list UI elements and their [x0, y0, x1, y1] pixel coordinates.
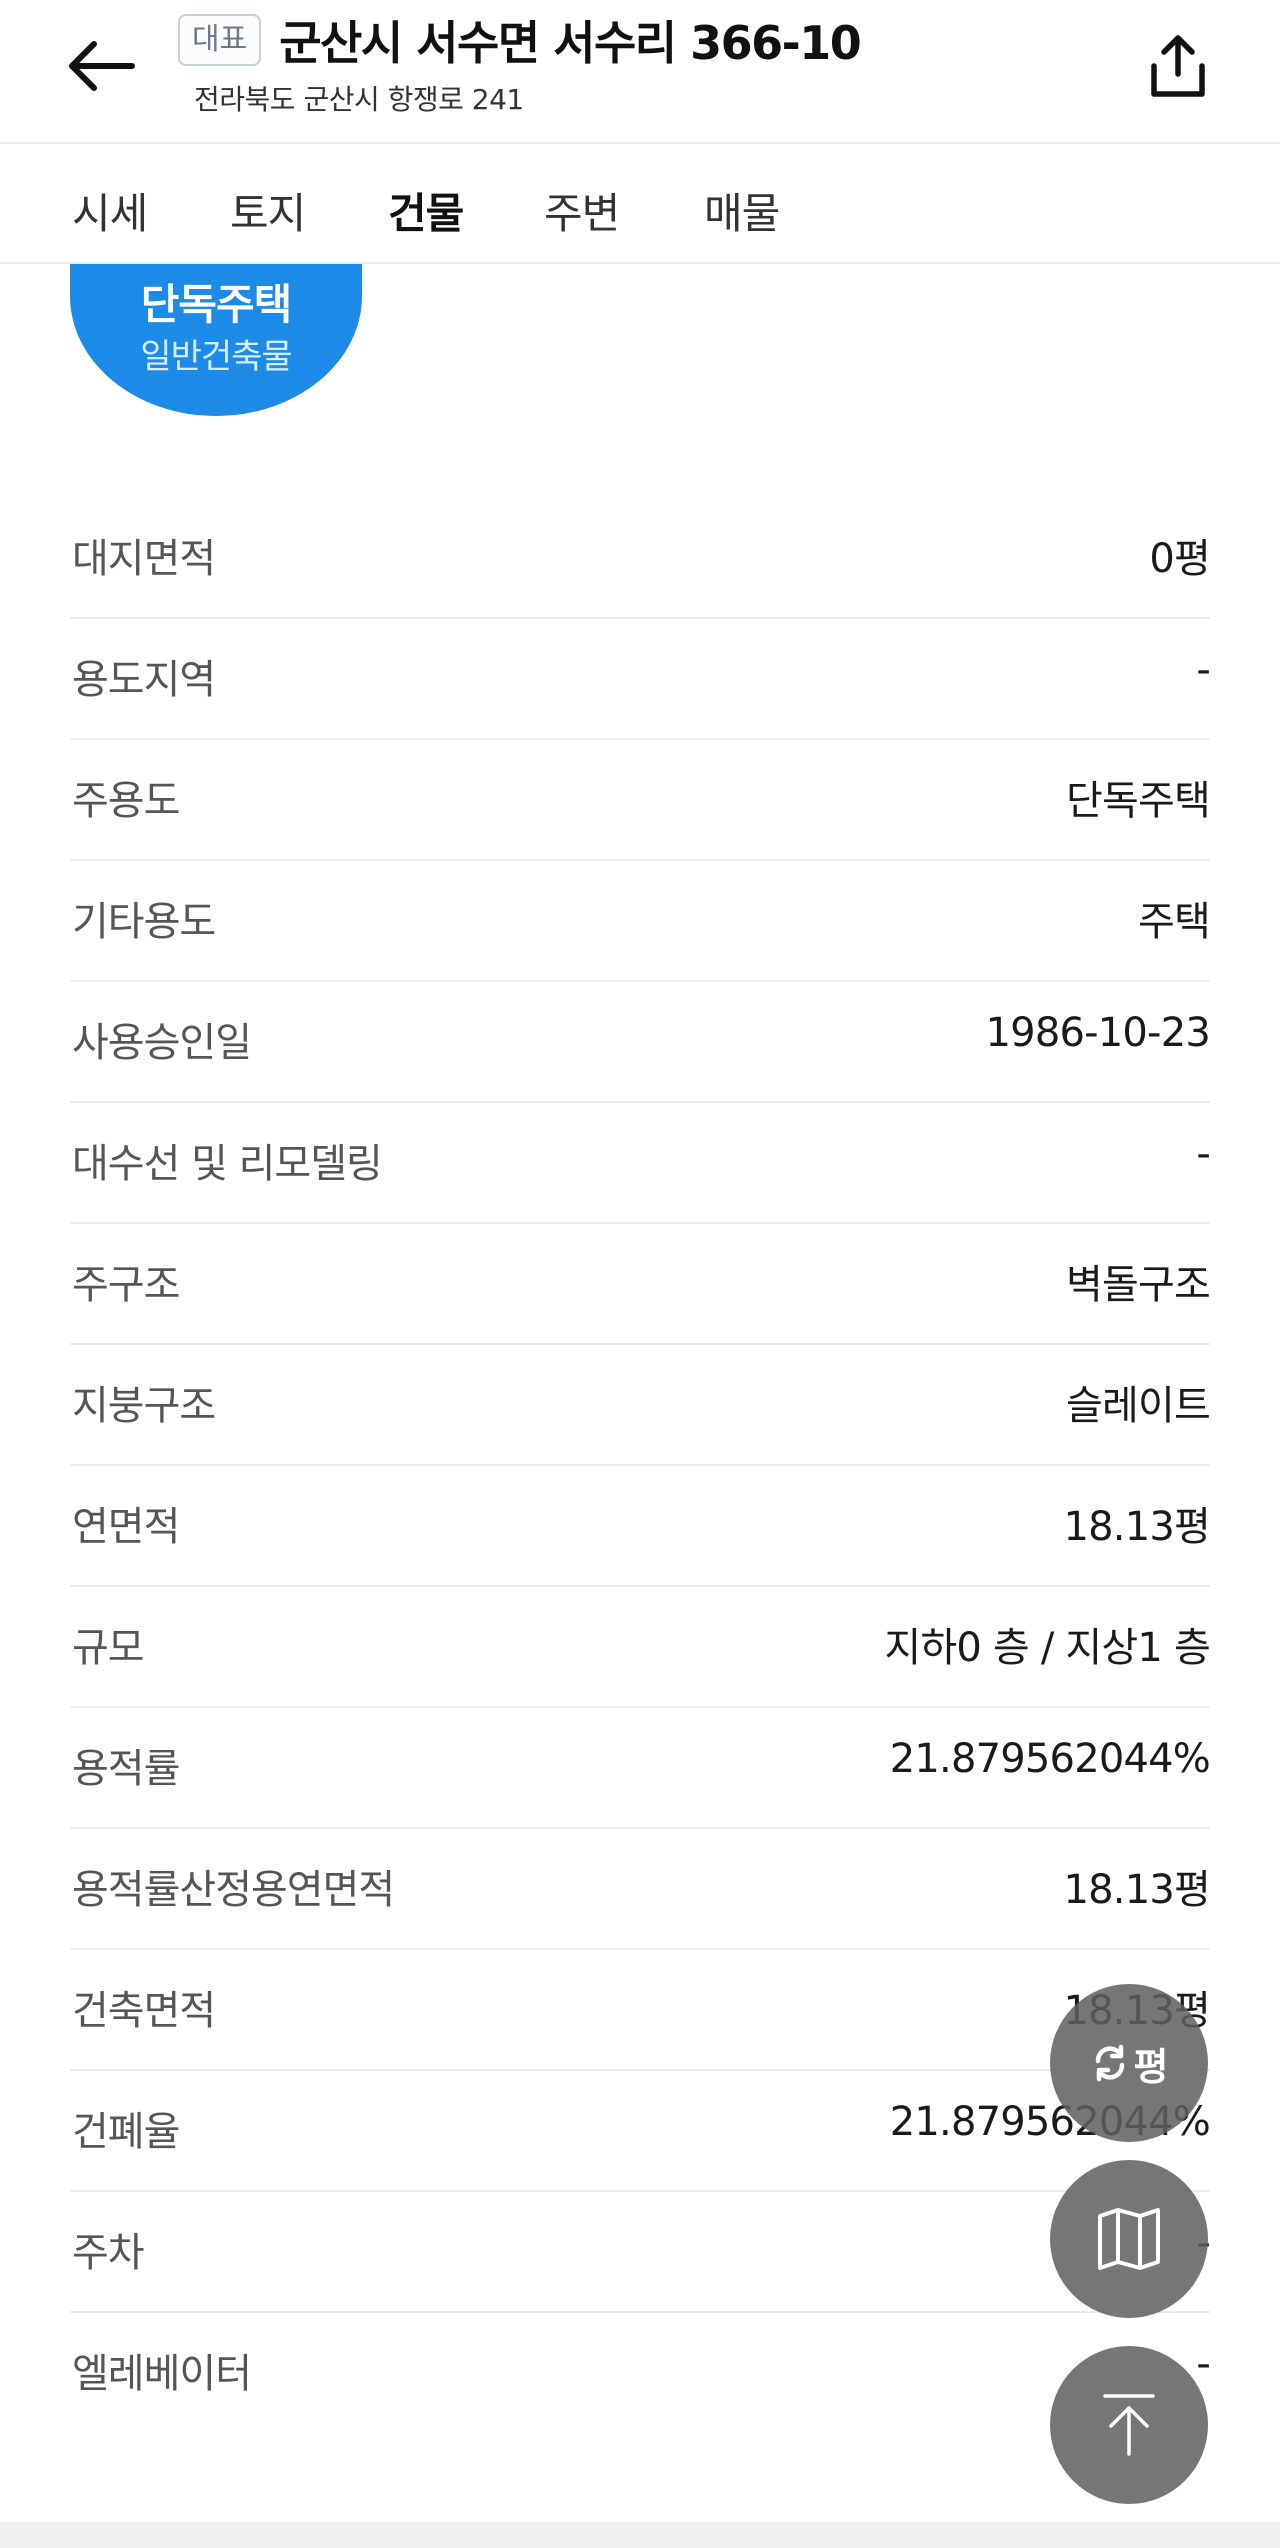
info-row-building-area: 건축면적 18.13평: [70, 1950, 1211, 2071]
map-icon: [1098, 2208, 1160, 2270]
info-label: 연면적: [72, 1504, 180, 1550]
title-row: 대표 군산시 서수면 서수리 366-10: [178, 6, 862, 74]
building-type-sub: 일반건축물: [140, 337, 292, 377]
back-button[interactable]: [48, 20, 152, 112]
info-row-floor-area-ratio: 용적률 21.879562044%: [70, 1708, 1211, 1829]
info-label: 주차: [72, 2230, 145, 2276]
road-address: 전라북도 군산시 항쟁로 241: [194, 83, 524, 116]
info-row-elevator: 엘레베이터 -: [70, 2313, 1211, 2434]
info-label: 건폐율: [72, 2109, 180, 2155]
share-icon: [1151, 35, 1205, 97]
info-label: 규모: [72, 1625, 145, 1671]
info-value: -: [1196, 1131, 1210, 1177]
building-info-list: 대지면적 0평 용도지역 - 주용도 단독주택 기타용도 주택 사용승인일 19…: [70, 498, 1211, 2434]
info-row-total-floor-area: 연면적 18.13평: [70, 1466, 1211, 1587]
info-row-far-floor-area: 용적률산정용연면적 18.13평: [70, 1829, 1211, 1950]
info-row-main-use: 주용도 단독주택: [70, 740, 1211, 861]
info-value: 슬레이트: [1066, 1383, 1211, 1429]
building-type-main: 단독주택: [140, 280, 293, 329]
info-row-remodeling: 대수선 및 리모델링 -: [70, 1103, 1211, 1224]
tab-listings[interactable]: 매물: [704, 180, 780, 241]
info-row-approval-date: 사용승인일 1986-10-23: [70, 982, 1211, 1103]
tab-bar: 시세 토지 건물 주변 매물: [0, 146, 1280, 264]
scroll-top-button[interactable]: [1050, 2346, 1208, 2504]
info-label: 기타용도: [72, 899, 216, 945]
tab-land[interactable]: 토지: [230, 180, 306, 241]
info-value: 주택: [1138, 899, 1211, 945]
info-row-coverage-ratio: 건폐율 21.879562044%: [70, 2071, 1211, 2192]
building-info-page: 대표 군산시 서수면 서수리 366-10 전라북도 군산시 항쟁로 241 시…: [0, 0, 1280, 2548]
tab-price[interactable]: 시세: [72, 180, 148, 241]
info-row-roof-structure: 지붕구조 슬레이트: [70, 1345, 1211, 1466]
back-arrow-icon: [69, 41, 135, 91]
info-value: 18.13평: [1063, 1504, 1210, 1550]
share-button[interactable]: [1130, 18, 1226, 114]
tab-nearby[interactable]: 주변: [544, 180, 620, 241]
representative-badge: 대표: [178, 14, 262, 66]
info-label: 엘레베이터: [72, 2351, 252, 2397]
info-value: 벽돌구조: [1066, 1262, 1211, 1308]
info-row-site-area: 대지면적 0평: [70, 498, 1211, 619]
info-value: -: [1196, 647, 1210, 693]
info-label: 지붕구조: [72, 1383, 216, 1429]
info-label: 대지면적: [72, 536, 216, 582]
info-label: 주구조: [72, 1262, 180, 1308]
info-label: 사용승인일: [72, 1020, 252, 1066]
info-label: 주용도: [72, 778, 180, 824]
app-header: 대표 군산시 서수면 서수리 366-10 전라북도 군산시 항쟁로 241: [0, 0, 1280, 144]
building-type-pill[interactable]: 단독주택 일반건축물: [70, 264, 362, 416]
map-button[interactable]: [1050, 2160, 1208, 2318]
info-row-main-structure: 주구조 벽돌구조: [70, 1224, 1211, 1345]
info-value: 0평: [1149, 536, 1210, 582]
info-label: 용적률산정용연면적: [72, 1867, 395, 1913]
page-title: 군산시 서수면 서수리 366-10: [279, 16, 862, 70]
scroll-top-icon: [1103, 2394, 1155, 2456]
info-row-other-use: 기타용도 주택: [70, 861, 1211, 982]
info-row-parking: 주차 -: [70, 2192, 1211, 2313]
info-label: 건축면적: [72, 1988, 216, 2034]
info-value: 단독주택: [1066, 778, 1211, 824]
unit-toggle-content: 평: [1090, 2036, 1169, 2091]
info-value: 18.13평: [1063, 1867, 1210, 1913]
info-label: 용적률: [72, 1746, 180, 1792]
info-value: 21.879562044%: [889, 1736, 1211, 1782]
info-label: 대수선 및 리모델링: [72, 1141, 383, 1187]
info-value: -: [1196, 2341, 1210, 2387]
bottom-divider: [0, 2522, 1280, 2548]
info-value: 1986-10-23: [985, 1010, 1211, 1056]
info-label: 용도지역: [72, 657, 216, 703]
unit-label: 평: [1133, 2044, 1169, 2089]
info-row-scale: 규모 지하0 층 / 지상1 층: [70, 1587, 1211, 1708]
swap-unit-icon: [1095, 2044, 1124, 2082]
info-row-zoning: 용도지역 -: [70, 619, 1211, 740]
info-value: 지하0 층 / 지상1 층: [884, 1625, 1210, 1671]
tab-building[interactable]: 건물: [388, 180, 464, 241]
unit-toggle-button[interactable]: 평: [1050, 1984, 1208, 2142]
